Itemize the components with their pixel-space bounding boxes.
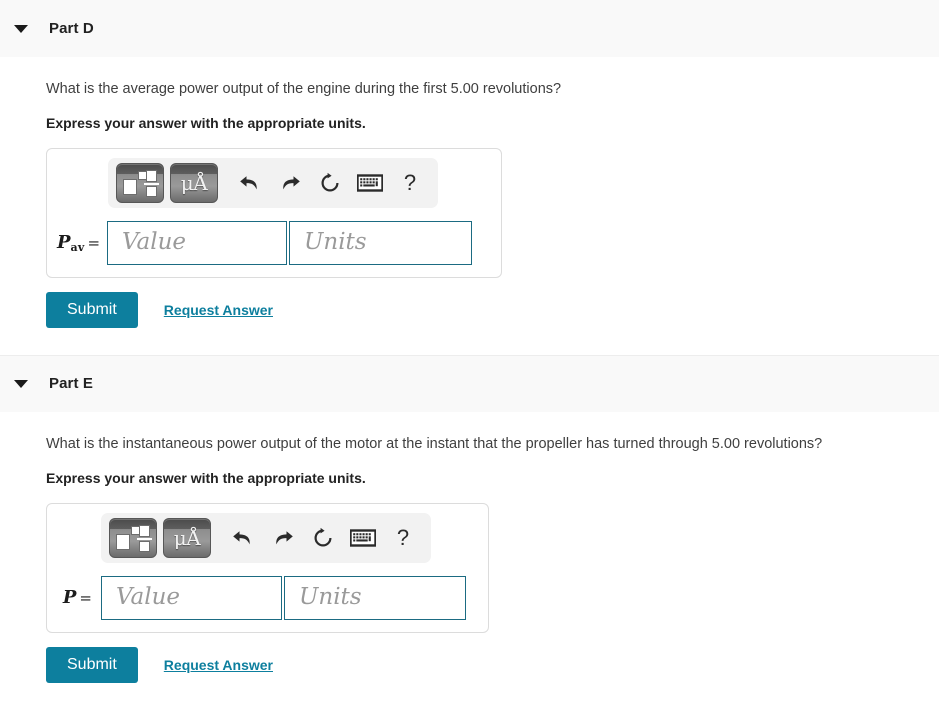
part-section-d: Part D What is the average power output … <box>0 0 939 328</box>
undo-icon[interactable] <box>223 522 263 554</box>
question-text: What is the average power output of the … <box>46 81 562 97</box>
part-header-d[interactable]: Part D <box>0 0 939 57</box>
answer-input-row: Pav = Value Units <box>57 220 491 265</box>
units-button[interactable]: μÅ <box>170 162 218 203</box>
help-glyph: ? <box>403 169 417 195</box>
variable-symbol: P <box>57 231 71 253</box>
keyboard-icon[interactable] <box>350 167 390 199</box>
caret-down-icon[interactable] <box>14 379 28 388</box>
value-placeholder: Value <box>122 229 186 256</box>
variable-subscript: av <box>70 240 85 254</box>
part-title: Part E <box>49 375 93 393</box>
help-icon[interactable]: ? <box>390 167 430 199</box>
units-input[interactable]: Units <box>284 575 466 620</box>
part-section-e: Part E What is the instantaneous power o… <box>0 354 939 683</box>
actions-row-e: Submit Request Answer <box>46 646 939 683</box>
instruction-text: Express your answer with the appropriate… <box>46 469 366 486</box>
math-template-button[interactable] <box>109 517 157 558</box>
math-toolbar: μÅ ? <box>108 157 438 208</box>
reset-icon[interactable] <box>303 522 343 554</box>
value-placeholder: Value <box>116 584 180 611</box>
submit-button[interactable]: Submit <box>46 646 138 683</box>
part-body-d: What is the average power output of the … <box>0 57 939 328</box>
math-template-icon <box>115 524 152 552</box>
answer-box: μÅ <box>46 147 502 278</box>
request-answer-link[interactable]: Request Answer <box>164 657 273 673</box>
answer-input-row: P = Value Units <box>57 575 478 620</box>
part-title: Part D <box>49 20 94 37</box>
keyboard-icon[interactable] <box>343 522 383 554</box>
equals-sign: = <box>79 588 92 607</box>
units-input[interactable]: Units <box>289 220 472 265</box>
help-glyph: ? <box>396 524 410 550</box>
units-icon: μÅ <box>180 170 208 195</box>
math-template-icon <box>122 169 159 197</box>
variable-label: P = <box>57 587 101 609</box>
math-toolbar: μÅ ? <box>101 512 431 563</box>
submit-button[interactable]: Submit <box>46 291 138 328</box>
equals-sign: = <box>87 233 101 252</box>
variable-label: Pav = <box>57 232 107 254</box>
units-placeholder: Units <box>304 229 367 256</box>
variable-symbol: P <box>62 586 77 608</box>
value-input[interactable]: Value <box>101 575 282 620</box>
answer-box: μÅ <box>46 502 489 633</box>
actions-row-d: Submit Request Answer <box>46 291 939 328</box>
caret-down-icon[interactable] <box>14 24 28 33</box>
units-icon: μÅ <box>173 525 201 550</box>
instruction-text: Express your answer with the appropriate… <box>46 114 366 131</box>
help-icon[interactable]: ? <box>383 522 423 554</box>
units-placeholder: Units <box>299 584 362 611</box>
part-body-e: What is the instantaneous power output o… <box>0 412 939 683</box>
value-input[interactable]: Value <box>107 220 287 265</box>
part-header-e[interactable]: Part E <box>0 354 939 412</box>
redo-icon[interactable] <box>270 167 310 199</box>
request-answer-link[interactable]: Request Answer <box>164 302 273 318</box>
units-button[interactable]: μÅ <box>163 517 211 558</box>
math-template-button[interactable] <box>116 162 164 203</box>
question-text: What is the instantaneous power output o… <box>46 435 823 452</box>
reset-icon[interactable] <box>310 167 350 199</box>
redo-icon[interactable] <box>263 522 303 554</box>
undo-icon[interactable] <box>230 167 270 199</box>
